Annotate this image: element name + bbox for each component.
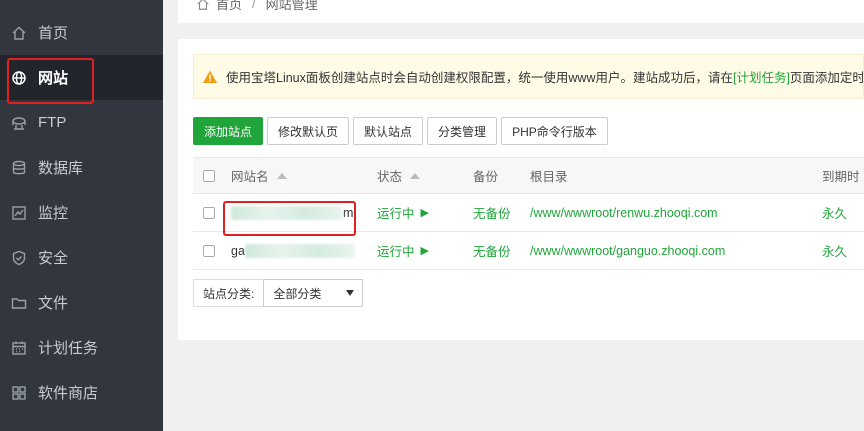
row-checkbox[interactable] [203, 244, 215, 257]
sidebar-item-label: 数据库 [38, 160, 84, 177]
breadcrumb-panel: 首页 / 网站管理 [178, 0, 864, 23]
breadcrumb-current: 网站管理 [265, 0, 318, 12]
filter-label: 站点分类: [193, 279, 264, 307]
status-text: 运行中 [377, 245, 415, 259]
category-manage-button[interactable]: 分类管理 [427, 117, 498, 145]
sidebar-item-files[interactable]: 文件 [0, 280, 163, 325]
play-icon: ▶ [420, 207, 429, 219]
sidebar-item-ftp[interactable]: FTP [0, 100, 163, 145]
sidebar-item-cron[interactable]: 计划任务 [0, 325, 163, 370]
backup-link[interactable]: 无备份 [473, 194, 511, 231]
category-select-value: 全部分类 [273, 286, 322, 301]
breadcrumb-separator: / [252, 0, 256, 11]
default-site-button[interactable]: 默认站点 [353, 117, 424, 145]
highlight-box [223, 201, 356, 236]
column-name[interactable]: 网站名 [231, 158, 287, 193]
add-site-button[interactable]: 添加站点 [193, 117, 264, 145]
home-icon [10, 24, 28, 42]
root-dir-link[interactable]: /www/wwwroot/ganguo.zhooqi.com [530, 232, 725, 269]
status-text: 运行中 [377, 207, 415, 221]
edit-default-page-button[interactable]: 修改默认页 [267, 117, 350, 145]
sidebar-item-label: 安全 [38, 250, 69, 267]
calendar-icon [10, 339, 28, 357]
main-panel: 使用宝塔Linux面板创建站点时会自动创建权限配置，统一使用www用户。建站成功… [178, 39, 864, 340]
database-icon [10, 159, 28, 177]
sort-icon [410, 172, 421, 179]
shield-icon [10, 249, 28, 267]
expire-value[interactable]: 永久 [822, 232, 847, 269]
redacted-text [244, 243, 355, 258]
monitor-icon [10, 204, 28, 222]
sidebar-item-label: FTP [38, 114, 67, 131]
row-checkbox[interactable] [203, 206, 215, 219]
column-root: 根目录 [530, 170, 568, 184]
sidebar-item-label: 监控 [38, 205, 69, 222]
select-all-checkbox[interactable] [203, 169, 215, 182]
breadcrumb: 首页 / 网站管理 [196, 0, 318, 13]
status-running[interactable]: 运行中 ▶ [377, 232, 429, 269]
category-select[interactable]: 全部分类 [263, 279, 364, 307]
highlight-box [7, 58, 94, 104]
home-icon [197, 0, 209, 10]
table-row: ga 运行中 ▶ 无备份 /www/wwwroot/ganguo.zhooqi.c… [193, 232, 864, 270]
caret-down-icon [346, 290, 355, 296]
sidebar: 首页 网站 FTP 数据库 监控 安全 文件 计划任务 软件商店 [0, 0, 163, 431]
status-running[interactable]: 运行中 ▶ [377, 194, 429, 231]
sidebar-item-store[interactable]: 软件商店 [0, 370, 163, 415]
folder-icon [10, 294, 28, 312]
play-icon: ▶ [420, 245, 429, 257]
grid-icon [10, 384, 28, 402]
sidebar-item-security[interactable]: 安全 [0, 235, 163, 280]
sidebar-item-label: 计划任务 [38, 340, 99, 357]
table-header: 网站名 状态 备份 根目录 到期时 [193, 158, 864, 194]
sidebar-item-home[interactable]: 首页 [0, 10, 163, 55]
column-name-label: 网站名 [231, 170, 269, 184]
ftp-icon [10, 114, 28, 132]
sidebar-item-label: 文件 [38, 295, 69, 312]
column-expire: 到期时 [822, 170, 860, 184]
breadcrumb-home[interactable]: 首页 [216, 0, 242, 13]
php-cli-version-button[interactable]: PHP命令行版本 [501, 117, 608, 145]
notice-banner: 使用宝塔Linux面板创建站点时会自动创建权限配置，统一使用www用户。建站成功… [193, 54, 864, 99]
backup-link[interactable]: 无备份 [473, 232, 511, 269]
sidebar-item-label: 软件商店 [38, 385, 99, 402]
column-backup: 备份 [473, 170, 499, 184]
warning-icon [203, 70, 217, 83]
cron-link[interactable]: [计划任务] [733, 67, 790, 86]
category-filter: 站点分类: 全部分类 [193, 279, 364, 307]
column-status[interactable]: 状态 [377, 158, 421, 193]
column-status-label: 状态 [377, 170, 403, 184]
site-name-link[interactable]: ga [231, 232, 355, 269]
notice-text-after: 页面添加定时备 [789, 71, 864, 85]
sort-icon [276, 172, 287, 179]
sidebar-item-database[interactable]: 数据库 [0, 145, 163, 190]
sidebar-item-label: 首页 [38, 25, 69, 42]
toolbar: 添加站点 修改默认页 默认站点 分类管理 PHP命令行版本 [193, 117, 612, 145]
root-dir-link[interactable]: /www/wwwroot/renwu.zhooqi.com [530, 194, 718, 231]
expire-value[interactable]: 永久 [822, 194, 847, 231]
notice-text: 使用宝塔Linux面板创建站点时会自动创建权限配置，统一使用www用户。建站成功… [226, 71, 733, 85]
sidebar-item-monitor[interactable]: 监控 [0, 190, 163, 235]
site-name-prefix: ga [231, 243, 245, 258]
